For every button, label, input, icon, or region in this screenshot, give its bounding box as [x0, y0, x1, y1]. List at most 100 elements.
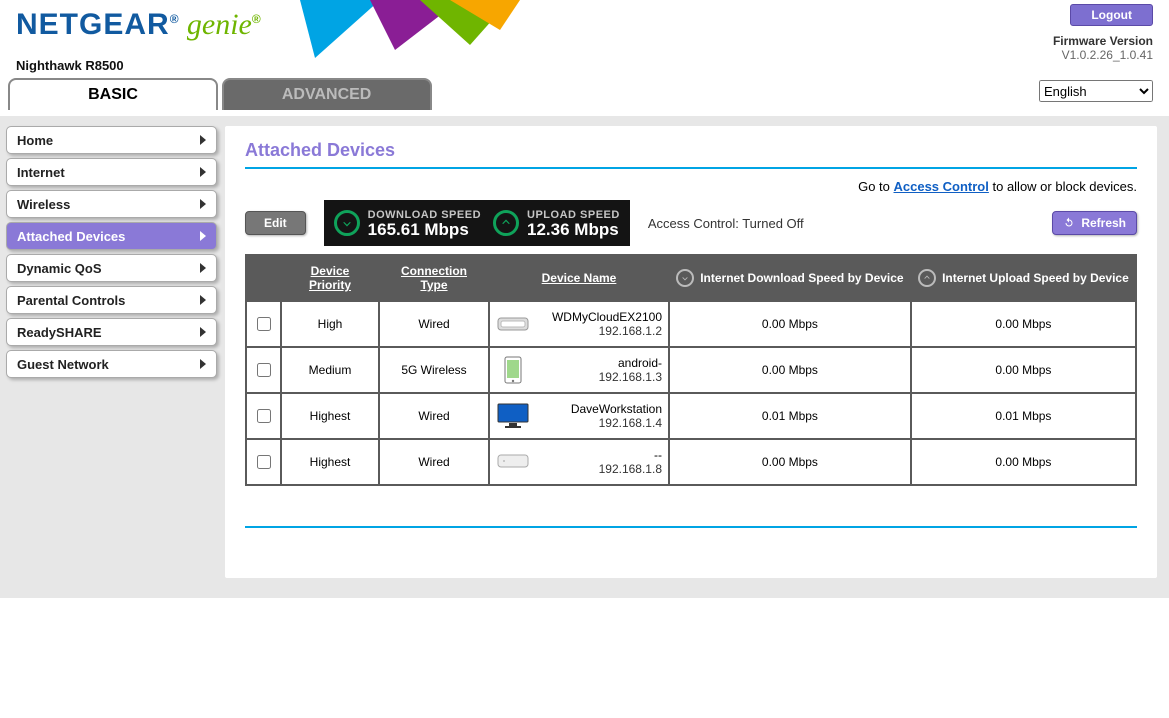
cell-connection: 5G Wireless [379, 347, 489, 393]
cell-upload: 0.00 Mbps [911, 301, 1136, 347]
cell-priority: High [281, 301, 379, 347]
device-type-icon [496, 403, 530, 429]
sidebar: Home Internet Wireless Attached Devices … [0, 116, 225, 598]
sidebar-item-wireless[interactable]: Wireless [6, 190, 217, 218]
device-name: WDMyCloudEX2100 [538, 310, 662, 324]
sidebar-item-home[interactable]: Home [6, 126, 217, 154]
sidebar-item-label: Guest Network [17, 357, 109, 372]
device-name: android- [538, 356, 662, 370]
sidebar-item-parental-controls[interactable]: Parental Controls [6, 286, 217, 314]
device-ip: 192.168.1.3 [538, 370, 662, 384]
chevron-right-icon [200, 295, 206, 305]
download-icon [676, 269, 694, 287]
device-ip: 192.168.1.2 [538, 324, 662, 338]
cell-upload: 0.00 Mbps [911, 439, 1136, 485]
cell-priority: Highest [281, 439, 379, 485]
table-row: HighWired WDMyCloudEX2100192.168.1.2 0.00 … [246, 301, 1136, 347]
firmware-label: Firmware Version [1053, 34, 1153, 48]
sidebar-item-attached-devices[interactable]: Attached Devices [6, 222, 217, 250]
row-checkbox[interactable] [257, 409, 271, 423]
brand-logo: NETGEAR® genie® [16, 8, 261, 42]
sidebar-item-label: Attached Devices [17, 229, 125, 244]
goto-suffix: to allow or block devices. [989, 179, 1137, 194]
sidebar-item-label: Home [17, 133, 53, 148]
divider [245, 167, 1137, 169]
refresh-icon [1063, 217, 1075, 229]
row-checkbox[interactable] [257, 363, 271, 377]
cell-download: 0.00 Mbps [669, 347, 911, 393]
upload-icon [918, 269, 936, 287]
access-control-status: Access Control: Turned Off [648, 216, 804, 231]
logo-genie: genie [187, 8, 252, 41]
col-priority[interactable]: Device Priority [281, 255, 379, 301]
chevron-right-icon [200, 231, 206, 241]
col-name[interactable]: Device Name [489, 255, 669, 301]
firmware-version: V1.0.2.26_1.0.41 [1053, 48, 1153, 62]
cell-upload: 0.01 Mbps [911, 393, 1136, 439]
chevron-right-icon [200, 167, 206, 177]
speed-banner: DOWNLOAD SPEED 165.61 Mbps UPLOAD SPEED … [324, 200, 630, 246]
cell-priority: Highest [281, 393, 379, 439]
cell-download: 0.00 Mbps [669, 301, 911, 347]
tab-basic[interactable]: BASIC [8, 78, 218, 110]
download-icon [334, 210, 360, 236]
col-checkbox [246, 255, 281, 301]
device-name: DaveWorkstation [538, 402, 662, 416]
page-title: Attached Devices [245, 140, 1137, 161]
sidebar-item-dynamic-qos[interactable]: Dynamic QoS [6, 254, 217, 282]
table-header: Device Priority Connection Type Device N… [246, 255, 1136, 301]
logout-button[interactable]: Logout [1070, 4, 1153, 26]
sidebar-item-internet[interactable]: Internet [6, 158, 217, 186]
device-type-icon [496, 357, 530, 383]
table-row: Medium5G Wireless android-192.168.1.3 0.00… [246, 347, 1136, 393]
access-control-link[interactable]: Access Control [894, 179, 989, 194]
goto-prefix: Go to [858, 179, 893, 194]
sidebar-item-guest-network[interactable]: Guest Network [6, 350, 217, 378]
chevron-right-icon [200, 327, 206, 337]
chevron-right-icon [200, 135, 206, 145]
cell-download: 0.01 Mbps [669, 393, 911, 439]
logo-netgear: NETGEAR [16, 8, 170, 41]
registered-icon: ® [170, 12, 179, 26]
device-name: -- [538, 448, 662, 462]
sidebar-item-label: Dynamic QoS [17, 261, 102, 276]
device-ip: 192.168.1.8 [538, 462, 662, 476]
chevron-right-icon [200, 199, 206, 209]
header-prism-graphic [300, 0, 520, 58]
sidebar-item-readyshare[interactable]: ReadySHARE [6, 318, 217, 346]
tab-advanced[interactable]: ADVANCED [222, 78, 432, 110]
registered-icon: ® [252, 12, 261, 26]
chevron-right-icon [200, 263, 206, 273]
cell-upload: 0.00 Mbps [911, 347, 1136, 393]
sidebar-item-label: Wireless [17, 197, 70, 212]
device-type-icon [496, 449, 530, 475]
cell-connection: Wired [379, 439, 489, 485]
row-checkbox[interactable] [257, 317, 271, 331]
device-model: Nighthawk R8500 [16, 58, 124, 73]
refresh-button[interactable]: Refresh [1052, 211, 1137, 235]
upload-icon [493, 210, 519, 236]
device-ip: 192.168.1.4 [538, 416, 662, 430]
table-row: HighestWired DaveWorkstation192.168.1.4 0.… [246, 393, 1136, 439]
sidebar-item-label: Parental Controls [17, 293, 125, 308]
cell-connection: Wired [379, 301, 489, 347]
cell-priority: Medium [281, 347, 379, 393]
col-download[interactable]: Internet Download Speed by Device [669, 255, 911, 301]
upload-label: UPLOAD SPEED [527, 209, 620, 221]
upload-value: 12.36 Mbps [527, 221, 620, 238]
col-connection[interactable]: Connection Type [379, 255, 489, 301]
chevron-right-icon [200, 359, 206, 369]
col-upload[interactable]: Internet Upload Speed by Device [911, 255, 1136, 301]
divider [245, 526, 1137, 528]
sidebar-item-label: ReadySHARE [17, 325, 102, 340]
sidebar-item-label: Internet [17, 165, 65, 180]
language-select[interactable]: English [1039, 80, 1153, 102]
table-row: HighestWired --192.168.1.8 0.00 Mbps0.00 M… [246, 439, 1136, 485]
cell-connection: Wired [379, 393, 489, 439]
cell-download: 0.00 Mbps [669, 439, 911, 485]
refresh-label: Refresh [1081, 216, 1126, 230]
devices-table: Device Priority Connection Type Device N… [245, 254, 1137, 486]
row-checkbox[interactable] [257, 455, 271, 469]
edit-button[interactable]: Edit [245, 211, 306, 235]
download-label: DOWNLOAD SPEED [368, 209, 481, 221]
